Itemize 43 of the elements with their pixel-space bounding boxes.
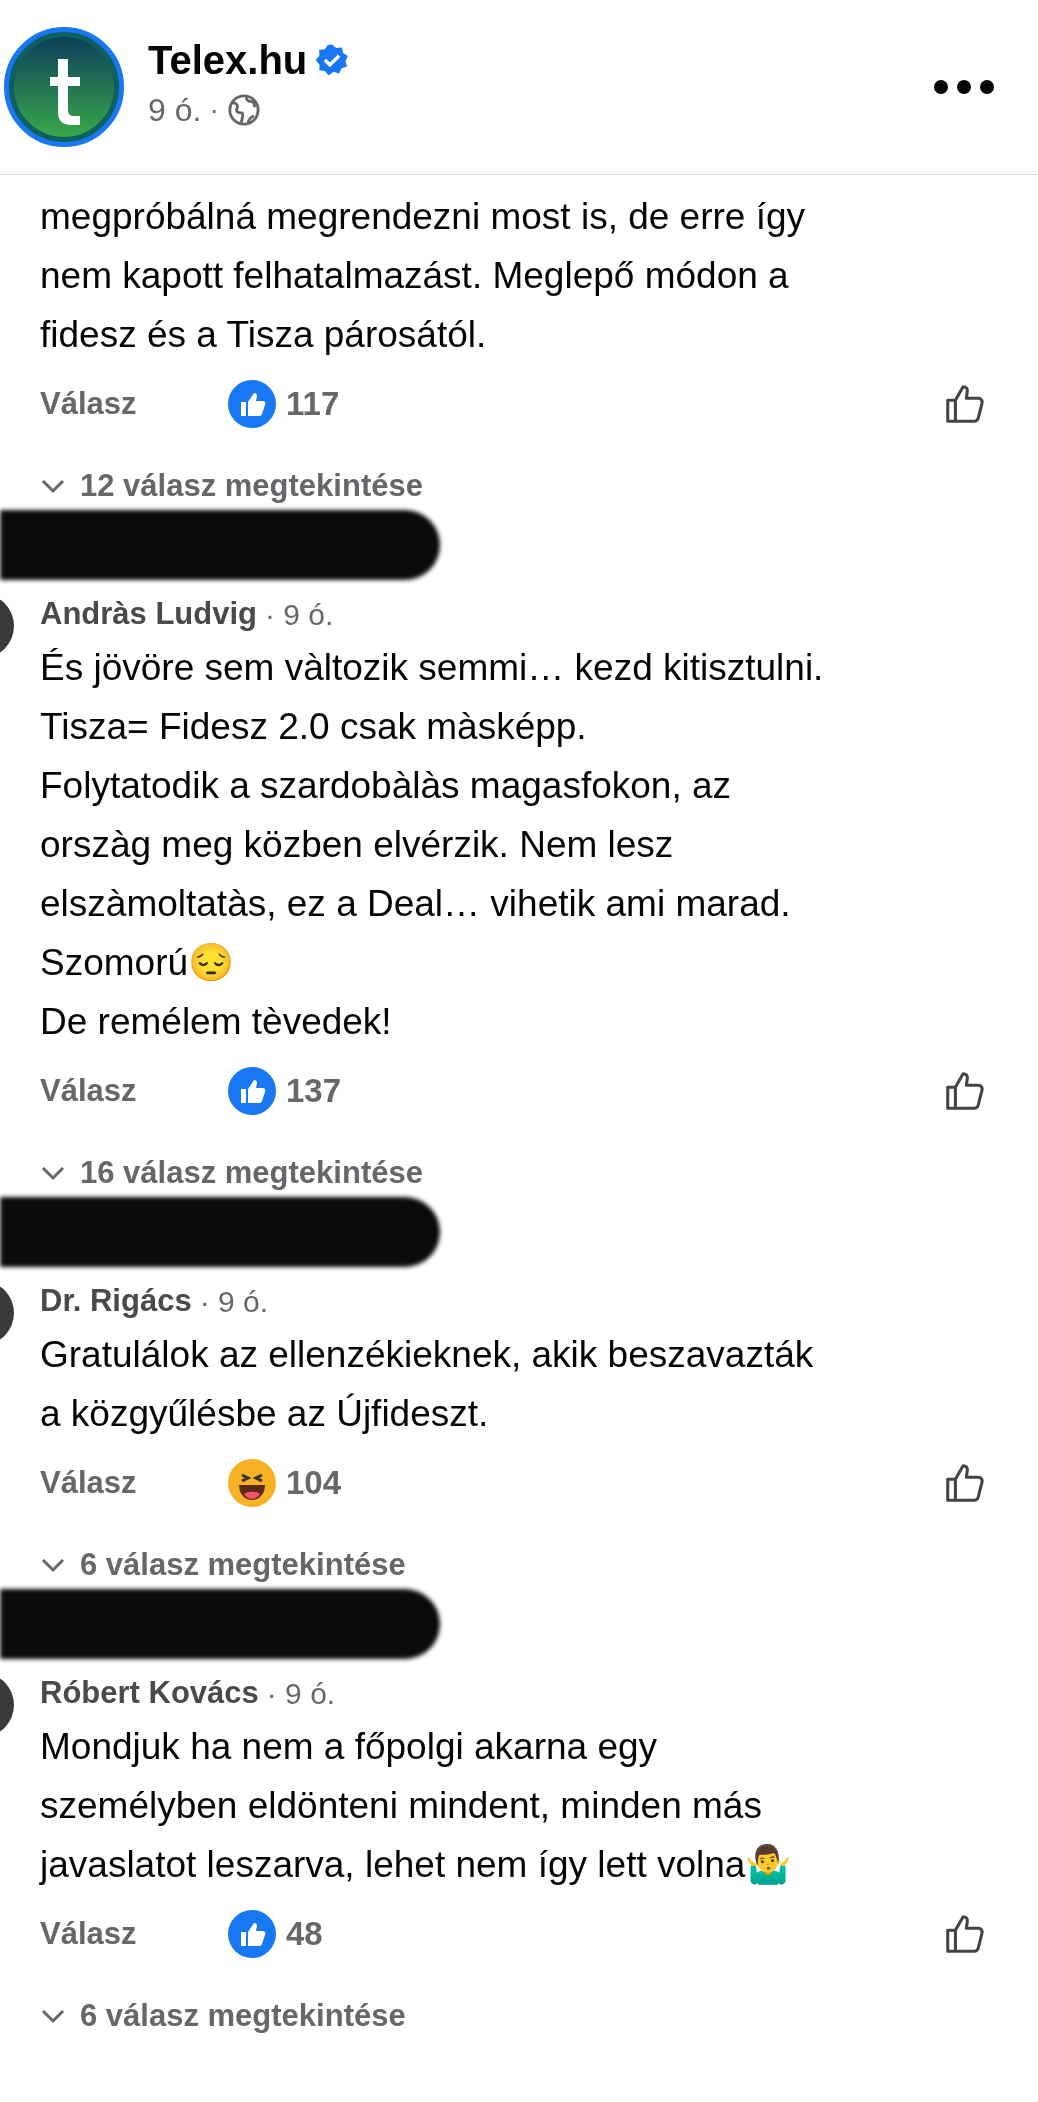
reaction-count[interactable]: 117 (286, 379, 340, 429)
chevron-down-icon (40, 1557, 66, 1573)
comment-text: nem kapott felhatalmazást. Meglepő módon a (40, 254, 790, 298)
more-options-icon[interactable] (934, 80, 994, 94)
comment-text: orszàg meg közben elvérzik. Nem lesz (40, 823, 675, 867)
post-time: 9 ó. (148, 91, 202, 130)
comment-text: személyben eldönteni mindent, minden más (40, 1784, 763, 1828)
comment-text: Mondjuk ha nem a főpolgi akarna egy (40, 1725, 659, 1769)
comment-time: · 9 ó. (266, 1675, 336, 1712)
chevron-down-icon (40, 478, 66, 494)
chevron-down-icon (40, 2008, 66, 2024)
comment-text: elszàmoltatàs, ez a Deal… vihetik ami marad. (40, 882, 792, 926)
view-replies-link[interactable]: 6 válasz megtekintése (0, 1535, 1038, 1595)
logo-icon (14, 37, 114, 137)
reaction-count[interactable]: 104 (286, 1458, 342, 1508)
commenter-name[interactable]: Dr. Rigács (40, 1277, 192, 1325)
comment-text: De remélem tèvedek! (40, 1000, 393, 1044)
reaction-count[interactable]: 48 (286, 1909, 323, 1959)
reply-link[interactable]: Válasz (40, 1910, 228, 1958)
reply-link[interactable]: Válasz (40, 1459, 228, 1507)
commenter-name[interactable]: Andràs Ludvig (40, 590, 257, 638)
reply-link[interactable]: Válasz (40, 1067, 228, 1115)
comment-text: Folytatodik a szardobàlàs magasfokon, az (40, 764, 733, 808)
comment-text: Tisza= Fidesz 2.0 csak màsképp. (40, 705, 588, 749)
reply-link[interactable]: Válasz (40, 380, 228, 428)
comment-text: a közgyűlésbe az Újfideszt. (40, 1392, 490, 1436)
commenter-name[interactable]: Róbert Kovács (40, 1669, 259, 1717)
comment-text: javaslatot leszarva, lehet nem így lett volna🤷‍♂ (40, 1843, 793, 1887)
view-replies-link[interactable]: 16 válasz megtekintése (0, 1143, 1038, 1203)
comment-text: fidesz és a Tisza párosától. (40, 313, 488, 357)
comment-time: · 9 ó. (199, 1283, 268, 1320)
chevron-down-icon (40, 1165, 66, 1181)
comment-text: Gratulálok az ellenzékieknek, akik beszavazták (40, 1333, 815, 1377)
page-name[interactable]: Telex.hu (148, 40, 308, 80)
view-replies-link[interactable]: 12 válasz megtekintése (0, 456, 1038, 516)
comment-text: Szomorú😔 (40, 941, 236, 985)
comment-text: És jövöre sem vàltozik semmi… kezd kitisztulni. (40, 646, 825, 690)
comment-text: megpróbálná megrendezni most is, de erre így (40, 195, 807, 239)
comment-time: · 9 ó. (265, 596, 334, 633)
separator-dot: · (209, 93, 219, 127)
globe-icon (226, 93, 261, 127)
view-replies-link[interactable]: 6 válasz megtekintése (0, 1986, 1038, 2046)
reaction-count[interactable]: 137 (286, 1066, 342, 1116)
